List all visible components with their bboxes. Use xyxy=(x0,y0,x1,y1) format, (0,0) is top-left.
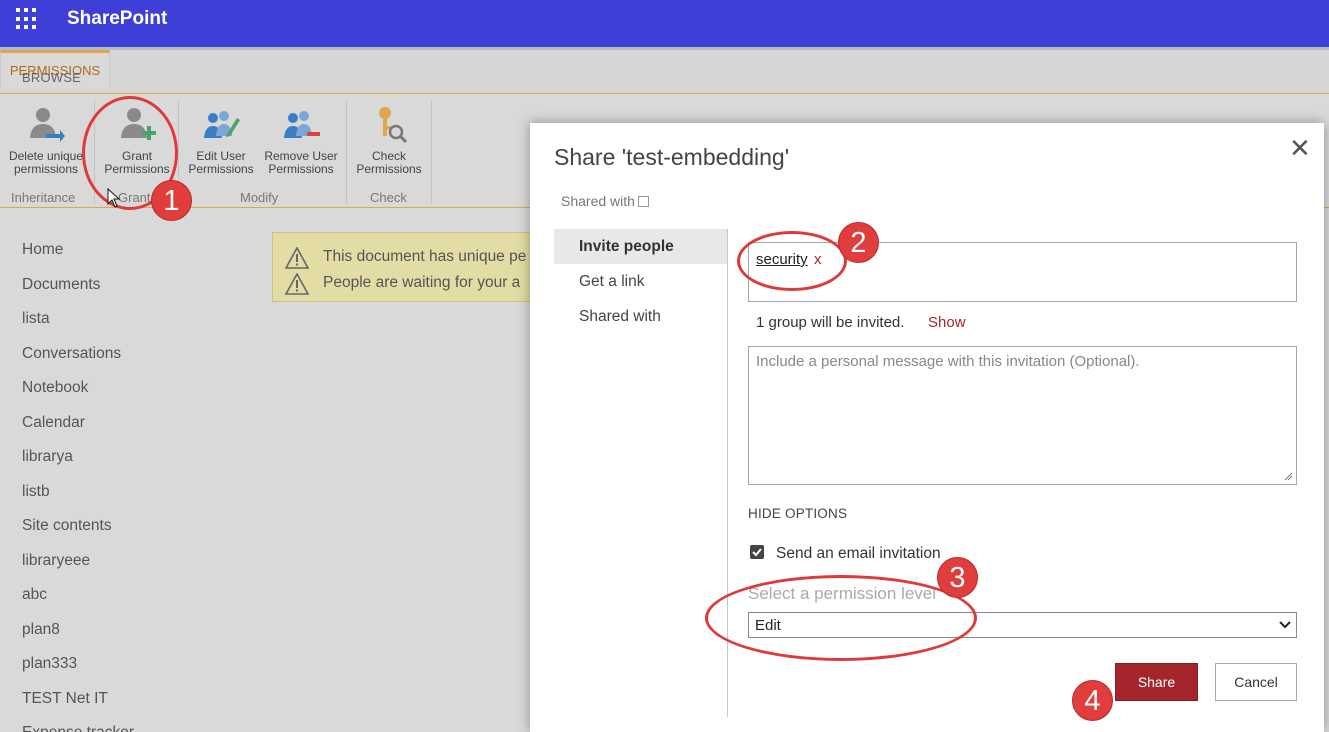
status-bar: This document has unique pe People are w… xyxy=(272,232,572,302)
warning-icon xyxy=(285,273,309,295)
nav-item-abc[interactable]: abc xyxy=(22,586,134,621)
nav-item-home[interactable]: Home xyxy=(22,241,134,276)
nav-item-site-contents[interactable]: Site contents xyxy=(22,517,134,552)
hide-options-link[interactable]: HIDE OPTIONS xyxy=(748,506,847,521)
nav-item-conversations[interactable]: Conversations xyxy=(22,345,134,380)
invite-note: 1 group will be invited. xyxy=(756,314,905,331)
nav-item-calendar[interactable]: Calendar xyxy=(22,414,134,449)
close-icon[interactable]: ✕ xyxy=(1289,135,1311,161)
nav-item-libraryeee[interactable]: libraryeee xyxy=(22,552,134,587)
shared-with-box-icon xyxy=(637,196,649,207)
chevron-down-icon xyxy=(1279,621,1291,629)
nav-item-expense-tracker[interactable]: Expense tracker xyxy=(22,724,134,732)
show-link[interactable]: Show xyxy=(928,314,966,331)
remove-user-permissions-icon xyxy=(284,111,320,138)
app-launcher-icon[interactable] xyxy=(16,8,38,30)
ribbon-separator xyxy=(346,100,347,204)
warning-icon xyxy=(285,247,309,269)
status-text-2: People are waiting for your a xyxy=(323,274,521,291)
ribbon-separator xyxy=(431,100,432,204)
delete-unique-permissions-button[interactable]: Delete unique permissions xyxy=(4,104,88,176)
annotation-badge-3: 3 xyxy=(937,557,978,598)
checkmark-icon xyxy=(752,548,762,557)
nav-item-documents[interactable]: Documents xyxy=(22,276,134,311)
edit-user-permissions-button[interactable]: Edit User Permissions xyxy=(184,104,258,176)
group-modify: Modify xyxy=(240,190,279,205)
tab-invite-people[interactable]: Invite people xyxy=(554,229,727,264)
suite-bar: SharePoint xyxy=(0,0,1329,47)
nav-item-plan333[interactable]: plan333 xyxy=(22,655,134,690)
dialog-divider xyxy=(727,229,728,717)
dialog-title: Share 'test-embedding' xyxy=(554,144,790,170)
check-line2: Permissions xyxy=(356,162,422,176)
dialog-nav: Invite people Get a link Shared with xyxy=(554,229,727,334)
group-check: Check xyxy=(370,190,407,205)
personal-message-textarea[interactable]: Include a personal message with this inv… xyxy=(748,346,1297,485)
status-text-1: This document has unique pe xyxy=(323,248,527,265)
resize-grip-icon[interactable] xyxy=(1284,472,1293,481)
nav-item-listb[interactable]: listb xyxy=(22,483,134,518)
brand-title[interactable]: SharePoint xyxy=(67,8,167,30)
edit-user-line2: Permissions xyxy=(188,162,254,176)
tab-browse[interactable]: BROWSE xyxy=(22,70,81,85)
nav-item-lista[interactable]: lista xyxy=(22,310,134,345)
check-permissions-icon xyxy=(379,107,408,144)
send-email-label[interactable]: Send an email invitation xyxy=(776,545,941,563)
nav-item-plan8[interactable]: plan8 xyxy=(22,621,134,656)
share-button[interactable]: Share xyxy=(1115,663,1198,701)
annotation-badge-4: 4 xyxy=(1072,680,1113,721)
annotation-badge-1: 1 xyxy=(151,180,192,221)
annotation-badge-2: 2 xyxy=(838,222,879,263)
shared-with-label: Shared with xyxy=(561,193,635,209)
delete-unique-line2: permissions xyxy=(13,162,79,176)
remove-user-permissions-button[interactable]: Remove User Permissions xyxy=(261,104,341,176)
left-navigation: Home Documents lista Conversations Noteb… xyxy=(22,241,134,732)
annotation-ring-people xyxy=(737,231,847,291)
remove-user-line2: Permissions xyxy=(268,162,334,176)
nav-item-test-net-it[interactable]: TEST Net IT xyxy=(22,690,134,725)
delete-permissions-icon xyxy=(30,108,65,142)
mouse-cursor-icon xyxy=(107,188,121,208)
nav-item-librarya[interactable]: librarya xyxy=(22,448,134,483)
send-email-checkbox[interactable] xyxy=(750,545,764,559)
message-placeholder: Include a personal message with this inv… xyxy=(756,353,1140,370)
cancel-button[interactable]: Cancel xyxy=(1215,663,1297,701)
annotation-ring-permission xyxy=(705,575,977,661)
edit-user-permissions-icon xyxy=(204,111,240,138)
tab-get-a-link[interactable]: Get a link xyxy=(554,264,727,299)
ribbon-tabs: BROWSE PERMISSIONS xyxy=(0,50,1329,94)
group-inheritance: Inheritance xyxy=(11,190,76,205)
nav-item-notebook[interactable]: Notebook xyxy=(22,379,134,414)
check-permissions-button[interactable]: Check Permissions xyxy=(352,104,426,176)
shared-with-summary[interactable]: Shared with xyxy=(561,193,649,209)
tab-shared-with[interactable]: Shared with xyxy=(554,299,727,334)
